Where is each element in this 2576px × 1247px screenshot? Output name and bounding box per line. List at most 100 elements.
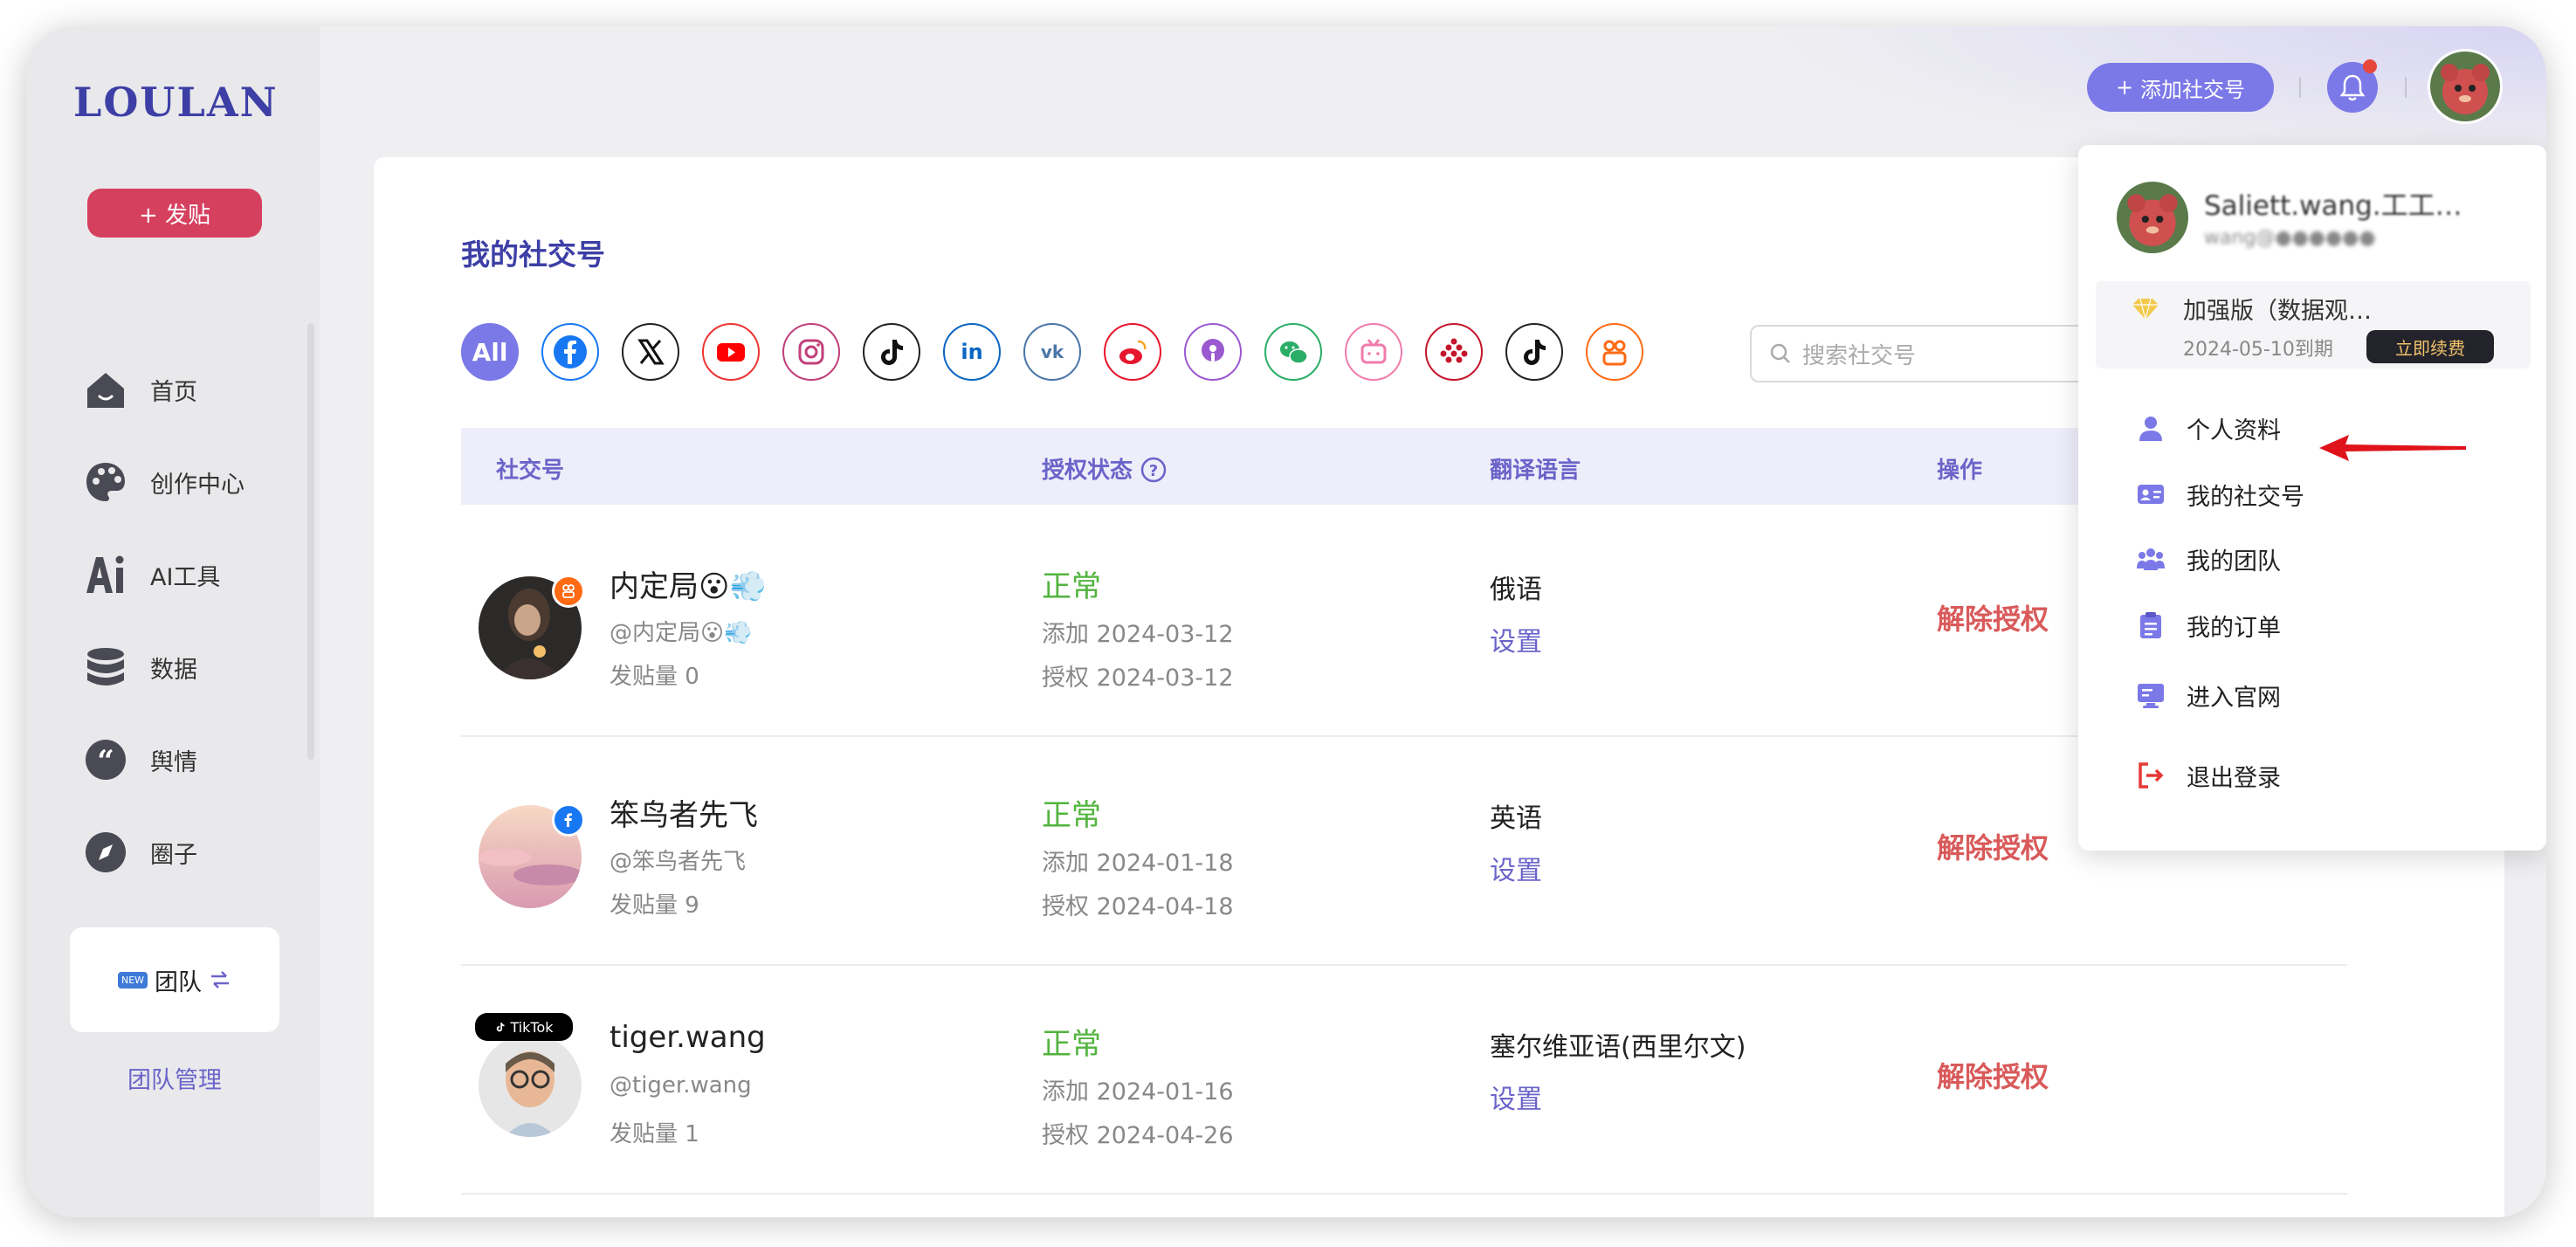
sidebar-scrollbar[interactable] (307, 323, 314, 760)
linkedin-icon: in (961, 340, 982, 364)
sidebar-item-sentiment[interactable]: “ 舆情 (84, 732, 302, 788)
sidebar-item-circles[interactable]: 圈子 (84, 824, 302, 880)
svg-text:vk: vk (1041, 341, 1064, 362)
tiktok-icon (881, 340, 903, 365)
renew-button[interactable]: 立即续费 (2366, 330, 2494, 363)
menu-item-my-accounts[interactable]: 我的社交号 (2136, 473, 2503, 515)
menu-item-label: 退出登录 (2187, 764, 2281, 792)
user-avatar[interactable] (2428, 49, 2503, 124)
menu-item-my-orders[interactable]: 我的订单 (2136, 604, 2503, 646)
filter-youtube[interactable] (702, 323, 760, 381)
add-account-label: 添加社交号 (2140, 77, 2246, 102)
sidebar-item-creation[interactable]: 创作中心 (84, 454, 302, 510)
monitor-icon (2138, 684, 2164, 708)
id-card-icon (2138, 485, 2164, 504)
filter-tiktok[interactable] (863, 323, 920, 381)
user-icon (2139, 417, 2162, 441)
column-action: 操作 (1937, 458, 1983, 484)
vk-icon: vk (1041, 341, 1064, 362)
table-row: 内定局😮💨 @内定局😮💨 发贴量 0 正常 添加 2024-03-12 授权 2… (461, 506, 2347, 737)
palette-icon (86, 463, 125, 501)
sidebar-item-ai-tools[interactable]: AI工具 (84, 547, 302, 603)
filter-dots[interactable] (1425, 323, 1483, 381)
filter-kuaishou[interactable] (1586, 323, 1643, 381)
search-input[interactable]: 搜索社交号 (1750, 325, 2099, 382)
team-switch-card[interactable]: NEW 团队 (70, 927, 279, 1032)
search-icon (1770, 343, 1790, 363)
team-manage-link[interactable]: 团队管理 (70, 1061, 279, 1095)
youtube-icon (717, 343, 745, 362)
account-avatar (479, 1034, 582, 1137)
language-settings-link[interactable]: 设置 (1490, 1078, 1542, 1116)
add-account-button[interactable]: + 添加社交号 (2087, 63, 2274, 112)
revoke-auth-button[interactable]: 解除授权 (1937, 1055, 2049, 1095)
authorized-date: 授权 2024-04-26 (1042, 1122, 1234, 1149)
menu-item-my-team[interactable]: 我的团队 (2136, 538, 2503, 580)
kuaishou-icon (1602, 340, 1627, 366)
svg-text:“: “ (97, 744, 114, 779)
authorized-date: 授权 2024-03-12 (1042, 665, 1234, 692)
user-email: wang@●●●●●● (2204, 227, 2376, 249)
table-row: TikTok tiger.wang @tiger.wang 发贴量 1 正常 添… (461, 964, 2347, 1195)
avatar-image (2117, 182, 2188, 253)
translate-language: 塞尔维亚语(西里尔文) (1490, 1032, 1746, 1063)
facebook-icon (564, 813, 572, 827)
account-handle: @内定局😮💨 (610, 620, 753, 646)
filter-linkedin[interactable]: in (943, 323, 1001, 381)
logo: LOULAN (73, 79, 279, 126)
plan-card: 加强版（数据观… 2024-05-10到期 立即续费 (2096, 281, 2531, 369)
filter-x[interactable] (622, 323, 679, 381)
platform-tag-label: TikTok (510, 1018, 554, 1036)
team-label: 团队 (155, 968, 203, 996)
added-date: 添加 2024-01-16 (1042, 1078, 1234, 1106)
menu-item-label: 个人资料 (2187, 417, 2281, 444)
sidebar: LOULAN + 发贴 首页 创作中心 AI工具 数据 “ 舆情 圈子 NEW (26, 26, 320, 1217)
plus-icon: + (2115, 75, 2134, 100)
platform-badge-facebook (552, 803, 585, 837)
filter-vk[interactable]: vk (1023, 323, 1081, 381)
revoke-auth-button[interactable]: 解除授权 (1937, 597, 2049, 637)
filter-podcast[interactable] (1184, 323, 1242, 381)
team-icon (2137, 548, 2165, 570)
home-icon (87, 373, 124, 408)
sidebar-item-label: 数据 (150, 656, 197, 684)
menu-item-label: 我的订单 (2187, 614, 2281, 642)
filter-instagram[interactable] (782, 323, 840, 381)
filter-all[interactable]: All (461, 323, 519, 381)
divider (2299, 77, 2301, 98)
sidebar-item-data[interactable]: 数据 (84, 639, 302, 695)
app-window: LOULAN + 发贴 首页 创作中心 AI工具 数据 “ 舆情 圈子 NEW (26, 26, 2546, 1217)
sidebar-item-home[interactable]: 首页 (84, 362, 302, 417)
instagram-icon (798, 339, 824, 365)
filter-tiktok-2[interactable] (1505, 323, 1563, 381)
filter-facebook[interactable] (541, 323, 599, 381)
wechat-icon (1280, 341, 1308, 364)
user-name: Saliett.wang.工工… (2204, 190, 2462, 222)
column-account: 社交号 (496, 458, 565, 484)
weibo-icon (1119, 340, 1147, 364)
diamond-icon (2132, 298, 2159, 320)
platform-badge-kuaishou (552, 575, 585, 608)
help-icon[interactable]: ? (1140, 457, 1167, 483)
quote-icon: “ (86, 740, 126, 780)
annotation-arrow-icon (2319, 435, 2466, 461)
menu-item-logout[interactable]: 退出登录 (2136, 754, 2503, 796)
sidebar-item-label: 圈子 (150, 841, 197, 869)
plan-expiry: 2024-05-10到期 (2183, 339, 2333, 361)
filter-weibo[interactable] (1104, 323, 1161, 381)
filter-bilibili[interactable] (1345, 323, 1402, 381)
menu-item-official-site[interactable]: 进入官网 (2136, 674, 2503, 716)
revoke-auth-button[interactable]: 解除授权 (1937, 826, 2049, 866)
svg-text:?: ? (1149, 462, 1158, 480)
language-settings-link[interactable]: 设置 (1490, 849, 1542, 887)
account-handle: @笨鸟者先飞 (610, 849, 747, 875)
ai-icon (86, 555, 124, 593)
menu-item-label: 我的团队 (2187, 548, 2281, 575)
translate-language: 英语 (1490, 803, 1542, 834)
new-post-button[interactable]: + 发贴 (87, 189, 262, 238)
filter-wechat[interactable] (1264, 323, 1322, 381)
svg-text:in: in (961, 340, 982, 364)
post-count: 发贴量 0 (610, 664, 699, 690)
x-icon (637, 339, 665, 365)
language-settings-link[interactable]: 设置 (1490, 620, 1542, 658)
